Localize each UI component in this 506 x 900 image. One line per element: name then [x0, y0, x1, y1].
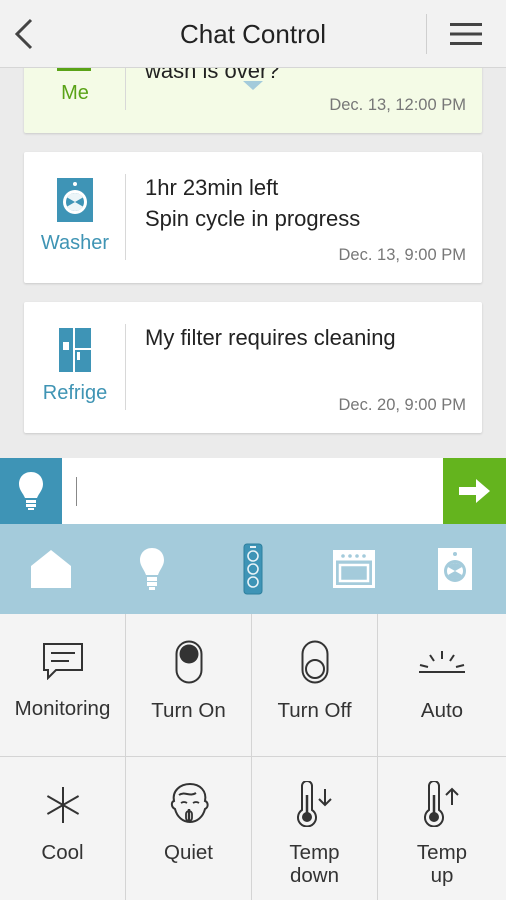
switch-on-icon [175, 640, 202, 684]
control-label: Auto [420, 699, 464, 722]
card-divider [125, 68, 126, 110]
control-icon-wrap [378, 781, 506, 827]
arrow-right-icon [458, 479, 490, 503]
message-text: 1hr 23min left Spin cycle in progress [145, 172, 465, 234]
control-label-line: Temp [289, 841, 340, 864]
control-grid: Monitoring Turn On Turn Off Auto Cool Qu… [0, 614, 506, 900]
control-label: Temp up [378, 841, 506, 887]
quiet-icon [170, 782, 209, 824]
control-label: Cool [41, 841, 84, 864]
hamburger-menu-icon [450, 23, 482, 45]
card-divider [125, 174, 126, 260]
control-auto[interactable]: Auto [378, 614, 506, 757]
monitoring-icon [42, 643, 83, 680]
message-line: 1hr 23min left [145, 175, 279, 200]
light-bulb-icon [139, 548, 164, 590]
control-quiet[interactable]: Quiet [126, 757, 252, 900]
message-line: Spin cycle in progress [145, 206, 361, 231]
message-card-me: Me wash is over? Dec. 13, 12:00 PM [24, 68, 482, 133]
snowflake-icon [46, 787, 79, 823]
control-icon-wrap [378, 650, 506, 674]
send-button[interactable] [443, 458, 506, 524]
washer-icon [437, 548, 472, 590]
message-time: Dec. 13, 12:00 PM [329, 96, 466, 114]
text-cursor [76, 477, 77, 506]
light-bulb-icon [19, 472, 43, 510]
sender-label: Washer [40, 232, 110, 254]
app-header: Chat Control [0, 0, 506, 68]
control-monitoring[interactable]: Monitoring [0, 614, 126, 757]
me-avatar-icon [57, 68, 91, 71]
washer-icon [57, 178, 93, 222]
message-text: My filter requires cleaning [145, 325, 396, 350]
control-label-line: up [430, 864, 454, 887]
refrigerator-icon [59, 328, 91, 372]
smart-tips-button[interactable] [0, 458, 62, 524]
selected-device-indicator [243, 81, 263, 90]
message-time: Dec. 13, 9:00 PM [338, 246, 466, 264]
control-label: Turn Off [277, 699, 352, 722]
chat-list[interactable]: Me wash is over? Dec. 13, 12:00 PM Washe… [0, 68, 506, 458]
back-button[interactable] [4, 10, 44, 58]
message-text: wash is over? [145, 68, 280, 83]
control-label-line: Temp [416, 841, 468, 864]
sender-label: Me [61, 82, 89, 104]
oven-icon [332, 550, 375, 588]
message-time: Dec. 20, 9:00 PM [338, 396, 466, 414]
control-label: Quiet [164, 841, 213, 864]
sender-label: Refrige [42, 382, 108, 404]
control-icon-wrap [0, 642, 125, 680]
menu-button[interactable] [444, 14, 488, 54]
control-icon-wrap [252, 781, 377, 827]
control-icon-wrap [252, 640, 377, 684]
auto-icon [419, 651, 465, 673]
control-cool[interactable]: Cool [0, 757, 126, 900]
chevron-left-icon [14, 18, 33, 50]
card-divider [125, 324, 126, 410]
control-temp-down[interactable]: Temp down [252, 757, 378, 900]
temp-down-icon [296, 781, 332, 827]
control-turn-on[interactable]: Turn On [126, 614, 252, 757]
device-selector [0, 524, 506, 614]
device-tab-air-purifier[interactable] [202, 524, 303, 614]
control-icon-wrap [126, 640, 251, 684]
header-divider [426, 14, 427, 54]
temp-up-icon [424, 781, 459, 827]
switch-off-icon [301, 640, 328, 684]
control-label-line: down [289, 864, 339, 887]
message-card-refrigerator: Refrige My filter requires cleaning Dec.… [24, 302, 482, 433]
control-label: Temp down [252, 841, 377, 887]
device-tab-washer[interactable] [404, 524, 505, 614]
page-title: Chat Control [180, 19, 326, 49]
sender-washer: Washer [24, 152, 126, 283]
device-tab-oven[interactable] [303, 524, 404, 614]
control-label: Turn On [151, 699, 226, 722]
control-temp-up[interactable]: Temp up [378, 757, 506, 900]
message-input[interactable] [70, 466, 436, 516]
message-card-washer: Washer 1hr 23min left Spin cycle in prog… [24, 152, 482, 283]
control-turn-off[interactable]: Turn Off [252, 614, 378, 757]
sender-me: Me [24, 68, 126, 133]
air-purifier-icon [243, 543, 262, 595]
device-tab-light[interactable] [101, 524, 202, 614]
control-icon-wrap [0, 785, 125, 825]
control-label: Monitoring [14, 697, 111, 720]
sender-refrigerator: Refrige [24, 302, 126, 433]
control-icon-wrap [126, 781, 251, 827]
home-icon [30, 550, 71, 588]
device-tab-home[interactable] [0, 524, 101, 614]
